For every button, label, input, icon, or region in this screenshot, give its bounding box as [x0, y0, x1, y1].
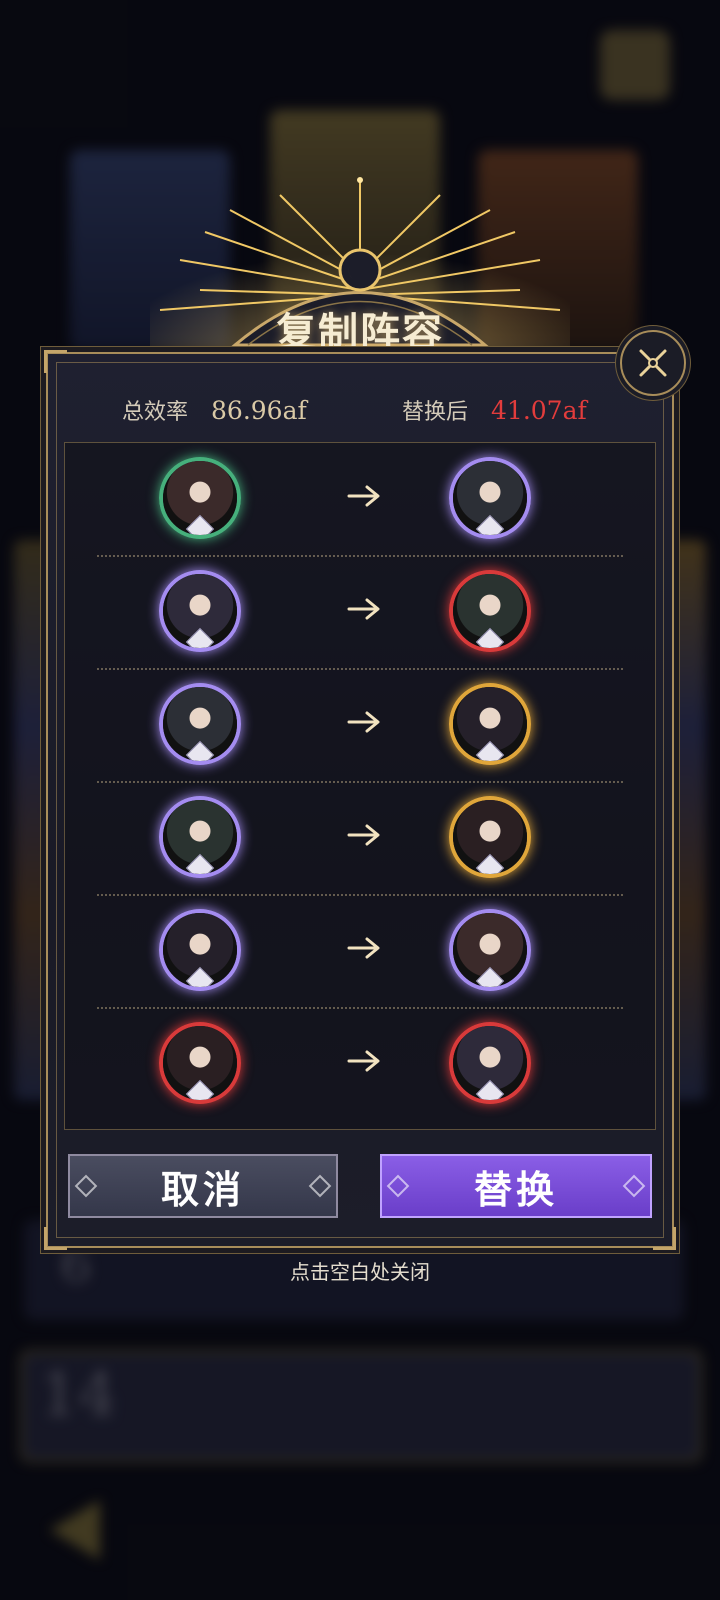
replacement-character-avatar[interactable]	[449, 1022, 531, 1104]
arrow-right-icon	[347, 598, 380, 620]
current-character-avatar[interactable]	[159, 570, 241, 652]
close-button[interactable]	[620, 330, 686, 396]
lineup-row	[65, 669, 655, 783]
current-character-avatar[interactable]	[159, 909, 241, 991]
cancel-button[interactable]: 取消	[68, 1154, 338, 1218]
arrow-right-icon	[347, 824, 380, 846]
lineup-compare-list	[64, 442, 656, 1130]
after-replace-stat: 替换后 41.07af	[402, 394, 587, 428]
replace-button-label: 替换	[473, 1166, 558, 1212]
replacement-character-avatar[interactable]	[449, 683, 531, 765]
arrow-right-icon	[347, 485, 380, 507]
arrow-right-icon	[347, 711, 380, 733]
current-character-avatar[interactable]	[159, 457, 241, 539]
current-character-avatar[interactable]	[159, 796, 241, 878]
lineup-row	[65, 1008, 655, 1122]
close-icon	[639, 349, 667, 377]
total-efficiency-stat: 总效率 86.96af	[122, 394, 307, 428]
lineup-row	[65, 782, 655, 896]
current-character-avatar[interactable]	[159, 1022, 241, 1104]
lineup-row	[65, 556, 655, 670]
lineup-row	[65, 895, 655, 1009]
total-efficiency-label: 总效率	[122, 400, 189, 425]
after-replace-label: 替换后	[402, 400, 469, 425]
current-character-avatar[interactable]	[159, 683, 241, 765]
replacement-character-avatar[interactable]	[449, 457, 531, 539]
modal-title: 复制阵容	[276, 309, 444, 356]
total-efficiency-value: 86.96af	[211, 396, 307, 425]
lineup-row	[65, 443, 655, 557]
arrow-right-icon	[347, 1050, 380, 1072]
cancel-button-label: 取消	[160, 1166, 245, 1212]
after-replace-value: 41.07af	[491, 396, 587, 425]
replacement-character-avatar[interactable]	[449, 570, 531, 652]
replacement-character-avatar[interactable]	[449, 796, 531, 878]
replacement-character-avatar[interactable]	[449, 909, 531, 991]
arrow-right-icon	[347, 937, 380, 959]
replace-button[interactable]: 替换	[380, 1154, 652, 1218]
tap-outside-close-hint: 点击空白处关闭	[290, 1260, 430, 1284]
